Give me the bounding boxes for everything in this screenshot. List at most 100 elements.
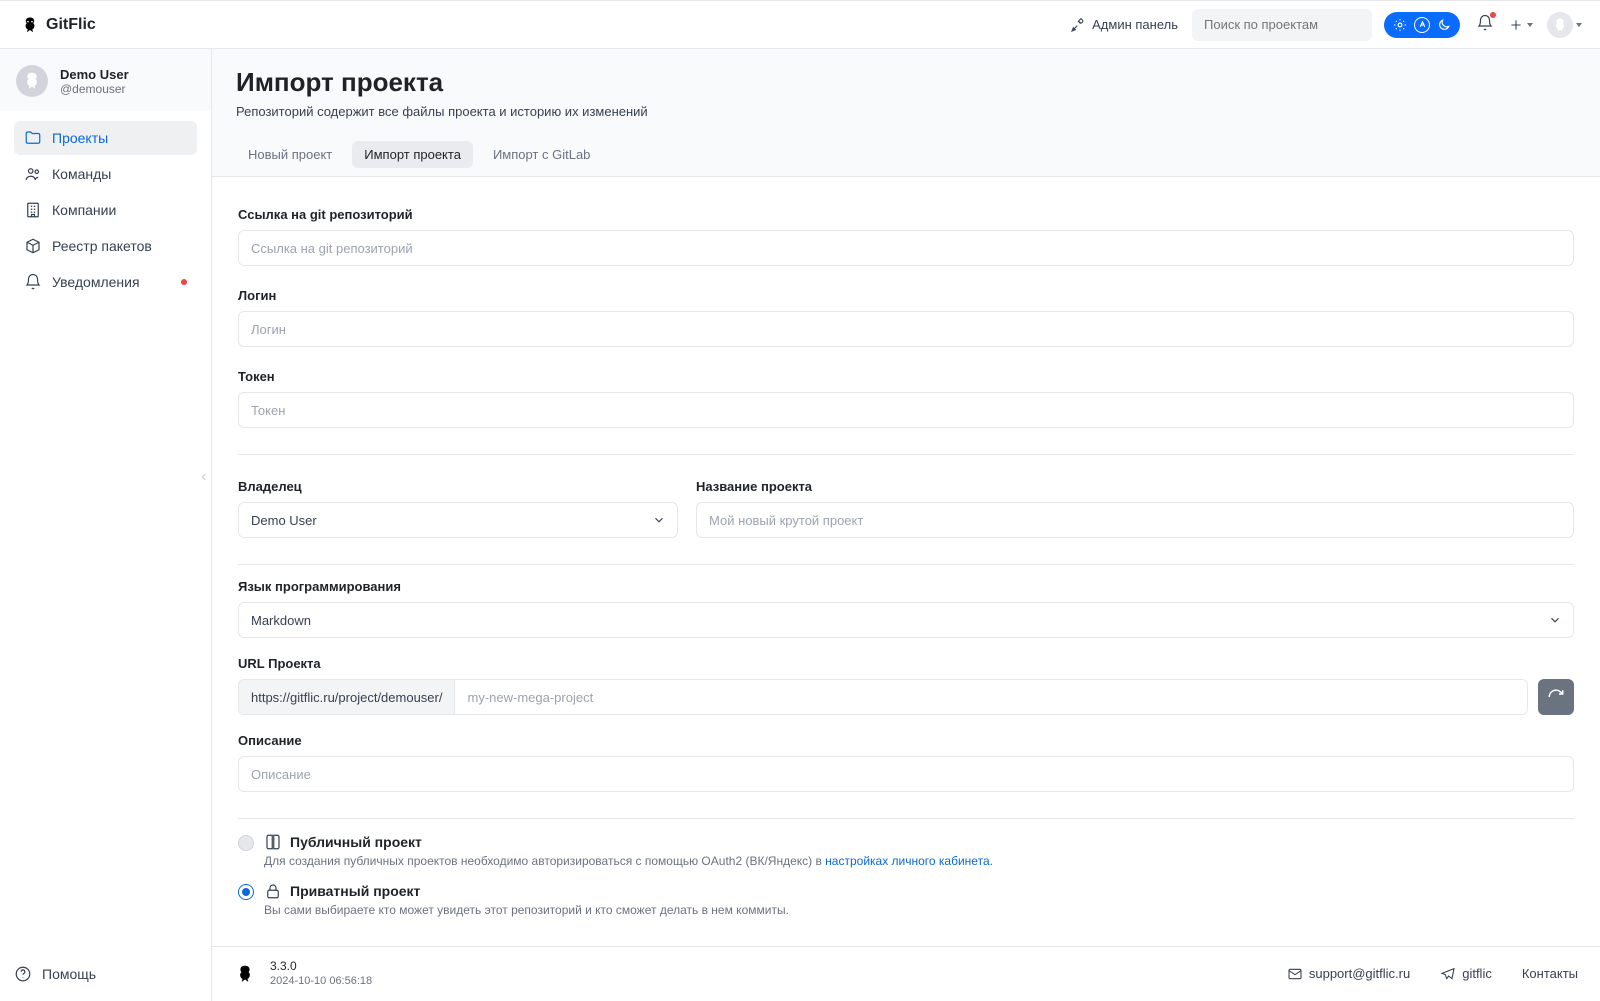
contacts-link[interactable]: Контакты: [1522, 966, 1578, 981]
global-search[interactable]: [1192, 9, 1372, 41]
tab-import-gitlab[interactable]: Импорт с GitLab: [481, 141, 602, 168]
theme-switch[interactable]: [1384, 12, 1460, 38]
refresh-icon: [1547, 688, 1565, 706]
login-label: Логин: [238, 288, 1574, 303]
avatar-icon: [1551, 16, 1569, 34]
logo-icon: [20, 15, 40, 35]
sidebar-nav: Проекты Команды Компании Реестр пакетов …: [0, 111, 211, 309]
users-icon: [24, 165, 42, 183]
visibility-public-title: Публичный проект: [290, 834, 422, 850]
folder-icon: [24, 129, 42, 147]
repo-url-input[interactable]: [238, 230, 1574, 266]
login-input[interactable]: [238, 311, 1574, 347]
chevron-left-icon: [199, 470, 209, 484]
owner-select[interactable]: [238, 502, 678, 538]
profile-settings-link[interactable]: настройках личного кабинета.: [825, 854, 993, 868]
sidebar-item-label: Команды: [52, 166, 111, 182]
visibility-public-row: Публичный проект Для создания публичных …: [238, 833, 1574, 868]
project-name-label: Название проекта: [696, 479, 1574, 494]
bell-icon: [24, 273, 42, 291]
sidebar: Demo User @demouser Проекты Команды Комп…: [0, 49, 212, 1001]
sidebar-collapse[interactable]: [196, 459, 212, 495]
telegram-link[interactable]: gitflic: [1440, 966, 1492, 982]
moon-icon[interactable]: [1436, 17, 1452, 33]
lang-label: Язык программирования: [238, 579, 1574, 594]
url-label: URL Проекта: [238, 656, 1574, 671]
tabs: Новый проект Импорт проекта Импорт с Git…: [212, 133, 1600, 177]
divider: [238, 564, 1574, 565]
page-title: Импорт проекта: [236, 67, 1576, 98]
avatar: [1547, 12, 1573, 38]
sidebar-item-notifications[interactable]: Уведомления: [14, 265, 197, 299]
token-input[interactable]: [238, 392, 1574, 428]
user-menu[interactable]: [1547, 12, 1582, 38]
user-name: Demo User: [60, 67, 129, 82]
sidebar-item-label: Проекты: [52, 130, 108, 146]
building-icon: [24, 201, 42, 219]
topbar: GitFlic Админ панель: [0, 1, 1600, 49]
telegram-icon: [1440, 966, 1456, 982]
sidebar-item-label: Реестр пакетов: [52, 238, 152, 254]
search-input[interactable]: [1202, 16, 1382, 33]
url-input-group: https://gitflic.ru/project/demouser/: [238, 679, 1528, 715]
visibility-public-radio: [238, 835, 254, 851]
divider: [238, 818, 1574, 819]
url-prefix: https://gitflic.ru/project/demouser/: [239, 680, 455, 714]
create-menu[interactable]: [1508, 17, 1533, 33]
admin-panel-link[interactable]: Админ панель: [1070, 17, 1178, 33]
logo-icon: [234, 963, 256, 985]
desc-input[interactable]: [238, 756, 1574, 792]
sidebar-user[interactable]: Demo User @demouser: [0, 49, 211, 111]
tab-new-project[interactable]: Новый проект: [236, 141, 344, 168]
visibility-private-desc: Вы сами выбираете кто может увидеть этот…: [264, 903, 789, 917]
support-email-link[interactable]: support@gitflic.ru: [1287, 966, 1410, 982]
help-label: Помощь: [42, 966, 96, 982]
notification-dot: [181, 279, 187, 285]
sidebar-help[interactable]: Помощь: [14, 965, 96, 983]
brand-text: GitFlic: [46, 16, 96, 34]
brand[interactable]: GitFlic: [20, 15, 96, 35]
chevron-down-icon: [1527, 23, 1533, 27]
sidebar-item-label: Уведомления: [52, 274, 140, 290]
main: Импорт проекта Репозиторий содержит все …: [212, 49, 1600, 1001]
visibility-private-title: Приватный проект: [290, 883, 420, 899]
tab-import-project[interactable]: Импорт проекта: [352, 141, 473, 168]
avatar-icon: [21, 70, 43, 92]
sidebar-item-companies[interactable]: Компании: [14, 193, 197, 227]
notifications-button[interactable]: [1476, 14, 1494, 35]
notification-dot: [1490, 12, 1496, 18]
footer: 3.3.0 2024-10-10 06:56:18 support@gitfli…: [212, 946, 1600, 1000]
build-timestamp: 2024-10-10 06:56:18: [270, 974, 372, 988]
sidebar-item-teams[interactable]: Команды: [14, 157, 197, 191]
gear-icon[interactable]: [1392, 17, 1408, 33]
avatar: [16, 65, 48, 97]
help-icon: [14, 965, 32, 983]
tools-icon: [1070, 17, 1086, 33]
visibility-public-desc: Для создания публичных проектов необходи…: [264, 854, 993, 868]
admin-panel-label: Админ панель: [1092, 17, 1178, 32]
auto-theme-icon[interactable]: [1414, 17, 1430, 33]
sidebar-item-projects[interactable]: Проекты: [14, 121, 197, 155]
divider: [238, 454, 1574, 455]
page-subtitle: Репозиторий содержит все файлы проекта и…: [236, 104, 1576, 119]
visibility-private-radio[interactable]: [238, 884, 254, 900]
repo-url-label: Ссылка на git репозиторий: [238, 207, 1574, 222]
refresh-url-button[interactable]: [1538, 679, 1574, 715]
version: 3.3.0: [270, 959, 372, 975]
page-header: Импорт проекта Репозиторий содержит все …: [212, 49, 1600, 133]
project-name-input[interactable]: [696, 502, 1574, 538]
chevron-down-icon: [1576, 23, 1582, 27]
sidebar-item-label: Компании: [52, 202, 116, 218]
owner-label: Владелец: [238, 479, 678, 494]
package-icon: [24, 237, 42, 255]
sidebar-item-packages[interactable]: Реестр пакетов: [14, 229, 197, 263]
plus-icon: [1508, 17, 1524, 33]
user-handle: @demouser: [60, 82, 129, 96]
url-slug-input[interactable]: [455, 680, 1527, 714]
mail-icon: [1287, 966, 1303, 982]
visibility-private-row[interactable]: Приватный проект Вы сами выбираете кто м…: [238, 882, 1574, 917]
form-content: Ссылка на git репозиторий Логин Токен Вл…: [212, 177, 1600, 1001]
lock-icon: [264, 882, 282, 900]
book-icon: [264, 833, 282, 851]
lang-select[interactable]: [238, 602, 1574, 638]
